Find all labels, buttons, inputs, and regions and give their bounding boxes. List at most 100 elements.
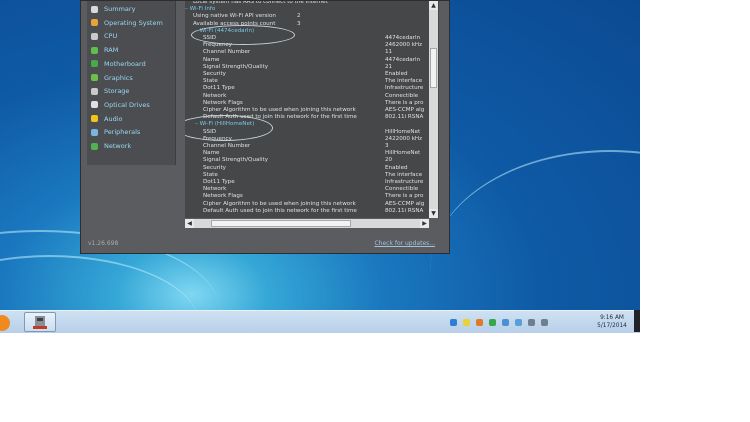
tree-property-name: Channel Number: [203, 143, 251, 149]
scrollbar-thumb[interactable]: [211, 220, 351, 227]
clock-time: 9:16 AM: [600, 315, 624, 321]
tree-property-value: 3: [385, 143, 389, 149]
sidebar-item-label: Graphics: [104, 73, 133, 82]
tree-property-name: Default Auth used to join this network f…: [203, 207, 357, 214]
check-updates-link[interactable]: Check for updates...: [374, 240, 435, 247]
sidebar-item-label: Motherboard: [104, 59, 146, 68]
media-player-icon[interactable]: [0, 315, 10, 331]
sidebar-item-label: Operating System: [104, 18, 163, 27]
sidebar-item-ram[interactable]: RAM: [91, 44, 118, 56]
sidebar-item-optical-drives[interactable]: Optical Drives: [91, 99, 150, 111]
sidebar-item-cpu[interactable]: CPU: [91, 30, 117, 42]
tree-property-value: HillHomeNet: [385, 128, 421, 135]
tree-property-value: 20: [385, 157, 393, 164]
tree-property-name: Security: [203, 164, 226, 171]
scroll-left-icon[interactable]: ◀: [185, 219, 194, 228]
speccy-icon: [33, 316, 47, 329]
graphics-icon: [91, 74, 98, 81]
tree-property-name: Network: [203, 92, 227, 99]
ram-icon: [91, 46, 98, 54]
tree-property-name: Name: [203, 56, 220, 63]
sidebar-item-operating-system[interactable]: Operating System: [91, 17, 163, 29]
tree-property-value: The interface: [385, 171, 423, 178]
tree-property-value: Infrastructure: [385, 179, 424, 185]
peripherals-icon: [91, 128, 98, 136]
tree-property-value: 2: [297, 13, 301, 20]
tree-property-value: Connectible: [385, 92, 419, 99]
tree-property-value: 4474cedarln: [385, 56, 421, 63]
tree-property-value: 4474cedarln: [385, 35, 421, 41]
sidebar-item-network[interactable]: Network: [91, 140, 131, 152]
tree-property-name: Cipher Algorithm to be used when joining…: [203, 200, 356, 207]
tree-section-header[interactable]: – Wi-Fi Info: [185, 6, 215, 13]
tree-property-name: Signal Strength/Quality: [203, 63, 269, 70]
sidebar-item-label: RAM: [104, 46, 119, 55]
tree-property-value: The interface: [385, 78, 423, 85]
tree-property-value: 21: [385, 63, 393, 70]
tree-property-name: Network Flags: [203, 193, 243, 200]
vertical-scrollbar[interactable]: ▲ ▼: [429, 1, 438, 218]
tree-property-value: There is a pro: [385, 99, 424, 106]
sidebar-item-storage[interactable]: Storage: [91, 85, 129, 97]
storage-icon: [91, 87, 98, 95]
shield-icon[interactable]: [450, 319, 457, 326]
tree-property-value: 802.11i RSNA: [385, 207, 424, 214]
tree-property-name: State: [203, 171, 218, 178]
tree-property-name: Security: [203, 71, 226, 77]
sidebar-item-label: Storage: [104, 87, 130, 96]
tree-property-name: Dot11 Type: [203, 179, 235, 185]
scroll-up-icon[interactable]: ▲: [429, 1, 438, 10]
cpu-icon: [91, 32, 98, 40]
tree-property-value: There is a pro: [385, 193, 424, 200]
version-label: v1.26.698: [88, 240, 119, 247]
tree-property-name: Dot11 Type: [203, 85, 235, 92]
tree-property-value: 2422000 kHz: [385, 135, 423, 142]
network-icon: [91, 142, 98, 150]
motherboard-icon: [91, 60, 98, 68]
show-desktop-button[interactable]: [634, 310, 640, 332]
sidebar-item-label: Audio: [104, 114, 123, 123]
taskbar: 9:16 AM 5/17/2014: [0, 310, 640, 333]
tree-property-value: HillHomeNet: [385, 150, 421, 157]
tree-property-value: Connectible: [385, 186, 419, 193]
speaker-icon[interactable]: [541, 319, 548, 326]
audio-icon: [91, 115, 98, 123]
sidebar-item-label: Summary: [104, 5, 136, 13]
tree-property-name: State: [203, 78, 218, 85]
tree-property-value: AES-CCMP alg: [385, 200, 425, 207]
tree-property-value: 802.11i RSNA: [385, 114, 424, 121]
network-icon[interactable]: [502, 319, 509, 326]
details-tree[interactable]: Local system has RAS to connect to the I…: [185, 1, 439, 218]
speccy-window: Summary Operating System CPU RAM Motherboard…: [80, 0, 450, 254]
sidebar-item-motherboard[interactable]: Motherboard: [91, 58, 146, 70]
tree-property-name: Using native Wi-Fi API version: [193, 13, 276, 20]
tree-property-value: 2462000 kHz: [385, 42, 423, 49]
tree-property-value: 3: [297, 20, 301, 27]
tree-property-name: Network: [203, 186, 227, 193]
scroll-right-icon[interactable]: ▶: [420, 219, 429, 228]
scroll-down-icon[interactable]: ▼: [429, 209, 438, 218]
tree-property-value: Enabled: [385, 164, 408, 171]
desktop: Summary Operating System CPU RAM Motherboard…: [0, 0, 640, 310]
tree-property-name: Network Flags: [203, 99, 243, 106]
screen-icon[interactable]: [528, 319, 535, 326]
taskbar-app-button[interactable]: [24, 312, 56, 332]
flag-icon[interactable]: [476, 319, 483, 326]
sidebar-item-label: Optical Drives: [104, 100, 150, 109]
sidebar-item-graphics[interactable]: Graphics: [91, 72, 133, 84]
battery-icon[interactable]: [489, 319, 496, 326]
sidebar-item-audio[interactable]: Audio: [91, 113, 122, 125]
tree-property-name: Name: [203, 150, 220, 157]
clock[interactable]: 9:16 AM 5/17/2014: [588, 314, 636, 330]
notes-icon[interactable]: [463, 319, 470, 326]
sidebar-item-summary[interactable]: Summary: [91, 3, 135, 15]
sidebar-item-peripherals[interactable]: Peripherals: [91, 126, 140, 138]
horizontal-scrollbar[interactable]: ◀ ▶: [185, 219, 429, 228]
sidebar-item-label: Network: [104, 142, 132, 150]
action-center-icon[interactable]: [515, 319, 522, 326]
tree-property-name: Channel Number: [203, 49, 251, 56]
optical-drive-icon: [91, 101, 98, 109]
sidebar-item-label: CPU: [104, 32, 118, 41]
windows-icon: [91, 19, 98, 27]
scrollbar-thumb[interactable]: [430, 48, 437, 88]
